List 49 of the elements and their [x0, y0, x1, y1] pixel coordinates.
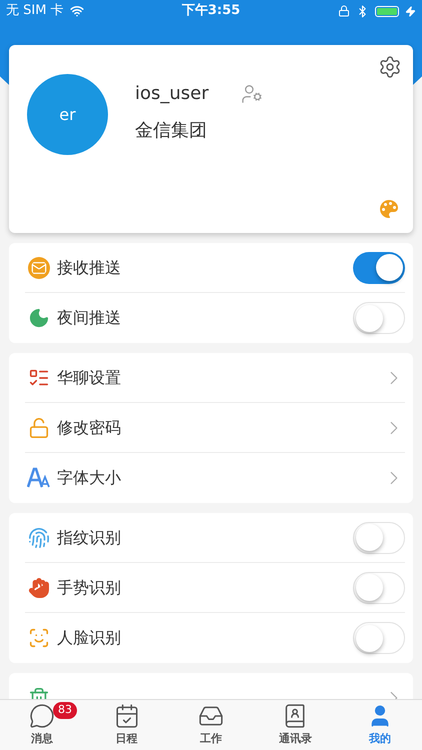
tab-item[interactable]: 工作	[168, 700, 254, 750]
toggle-switch[interactable]	[353, 252, 405, 284]
switch-user-icon[interactable]	[240, 82, 263, 104]
row-label: 接收推送	[57, 256, 122, 278]
tab-item[interactable]: 消息 83	[0, 700, 84, 750]
settings-row[interactable]: 人脸识别	[25, 613, 405, 663]
tab-item[interactable]: 日程	[84, 700, 169, 750]
toggle-switch[interactable]	[353, 622, 405, 654]
toggle-switch[interactable]	[353, 572, 405, 604]
fingerprint-icon	[28, 526, 50, 548]
chat-icon	[29, 702, 56, 729]
calendar-icon	[114, 702, 140, 729]
toggle-switch[interactable]	[353, 522, 405, 554]
carrier-text: 无 SIM 卡	[6, 2, 64, 20]
bluetooth-icon	[356, 4, 369, 18]
battery-icon	[375, 6, 399, 16]
settings-row[interactable]: 夜间推送	[25, 293, 405, 343]
row-label: 字体大小	[57, 467, 122, 489]
settings-row[interactable]: 指纹识别	[25, 513, 405, 563]
face-scan-icon	[28, 627, 50, 649]
settings-row[interactable]: 修改密码	[25, 403, 405, 453]
unread-badge: 83	[53, 702, 77, 719]
palette-icon[interactable]	[377, 197, 401, 221]
tab-item[interactable]: 我的	[338, 700, 422, 750]
unlock-icon	[28, 416, 50, 438]
row-label: 人脸识别	[57, 627, 122, 649]
settings-row[interactable]: 手势识别	[25, 563, 405, 613]
moon-icon	[28, 307, 50, 329]
username-text: ios_user	[135, 82, 209, 106]
row-label: 手势识别	[57, 576, 122, 598]
company-text: 金信集团	[135, 119, 208, 143]
avatar: er	[27, 74, 108, 155]
rotation-lock-icon	[338, 5, 350, 17]
wifi-icon	[70, 4, 84, 18]
row-label: 夜间推送	[57, 307, 122, 329]
hand-icon	[28, 576, 50, 598]
font-size-icon	[27, 467, 51, 489]
tab-item[interactable]: 通讯录	[253, 700, 338, 750]
settings-row[interactable]: 华聊设置	[25, 353, 405, 403]
settings-icon[interactable]	[378, 55, 402, 79]
row-label: 修改密码	[57, 416, 122, 438]
row-label: 华聊设置	[57, 366, 122, 388]
settings-row[interactable]: 字体大小	[25, 453, 405, 503]
row-label: 指纹识别	[57, 526, 122, 548]
settings-row[interactable]: 接收推送	[25, 243, 405, 293]
toggle-switch[interactable]	[353, 302, 405, 334]
mail-icon	[28, 256, 50, 278]
charging-icon	[405, 6, 416, 16]
clock-text: 下午3:55	[182, 2, 240, 20]
